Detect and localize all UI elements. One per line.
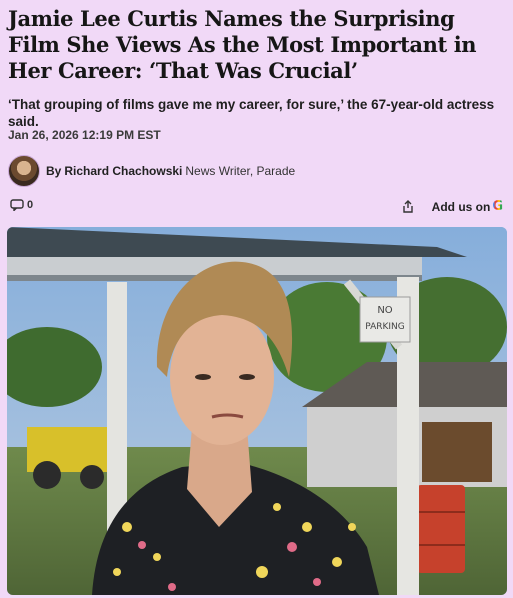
- byline: By Richard Chachowski News Writer, Parad…: [8, 155, 296, 187]
- sign-line-1: NO: [377, 305, 392, 316]
- headline: Jamie Lee Curtis Names the Surprising Fi…: [8, 6, 477, 83]
- author-role: News Writer, Parade: [185, 164, 296, 178]
- byline-prefix: By: [46, 164, 62, 178]
- share-icon[interactable]: [402, 200, 414, 213]
- hero-photo-illustration: NO PARKING: [7, 227, 507, 595]
- author-link[interactable]: Richard Chachowski: [64, 164, 182, 178]
- publish-date: Jan 26, 2026 12:19 PM EST: [8, 128, 161, 142]
- comment-bubble-icon: [10, 199, 24, 211]
- google-g-icon: G: [492, 199, 503, 214]
- comments-button[interactable]: 0: [10, 199, 33, 211]
- article-dek: ‘That grouping of films gave me my caree…: [8, 97, 495, 129]
- article: Jamie Lee Curtis Names the Surprising Fi…: [0, 0, 513, 598]
- add-us-on-label: Add us on: [431, 199, 491, 214]
- author-avatar[interactable]: [8, 155, 40, 187]
- article-hero-image[interactable]: NO PARKING: [7, 227, 507, 595]
- comments-count: 0: [27, 199, 34, 211]
- sign-line-2: PARKING: [365, 322, 405, 332]
- add-us-on-google-button[interactable]: Add us on G: [402, 199, 503, 214]
